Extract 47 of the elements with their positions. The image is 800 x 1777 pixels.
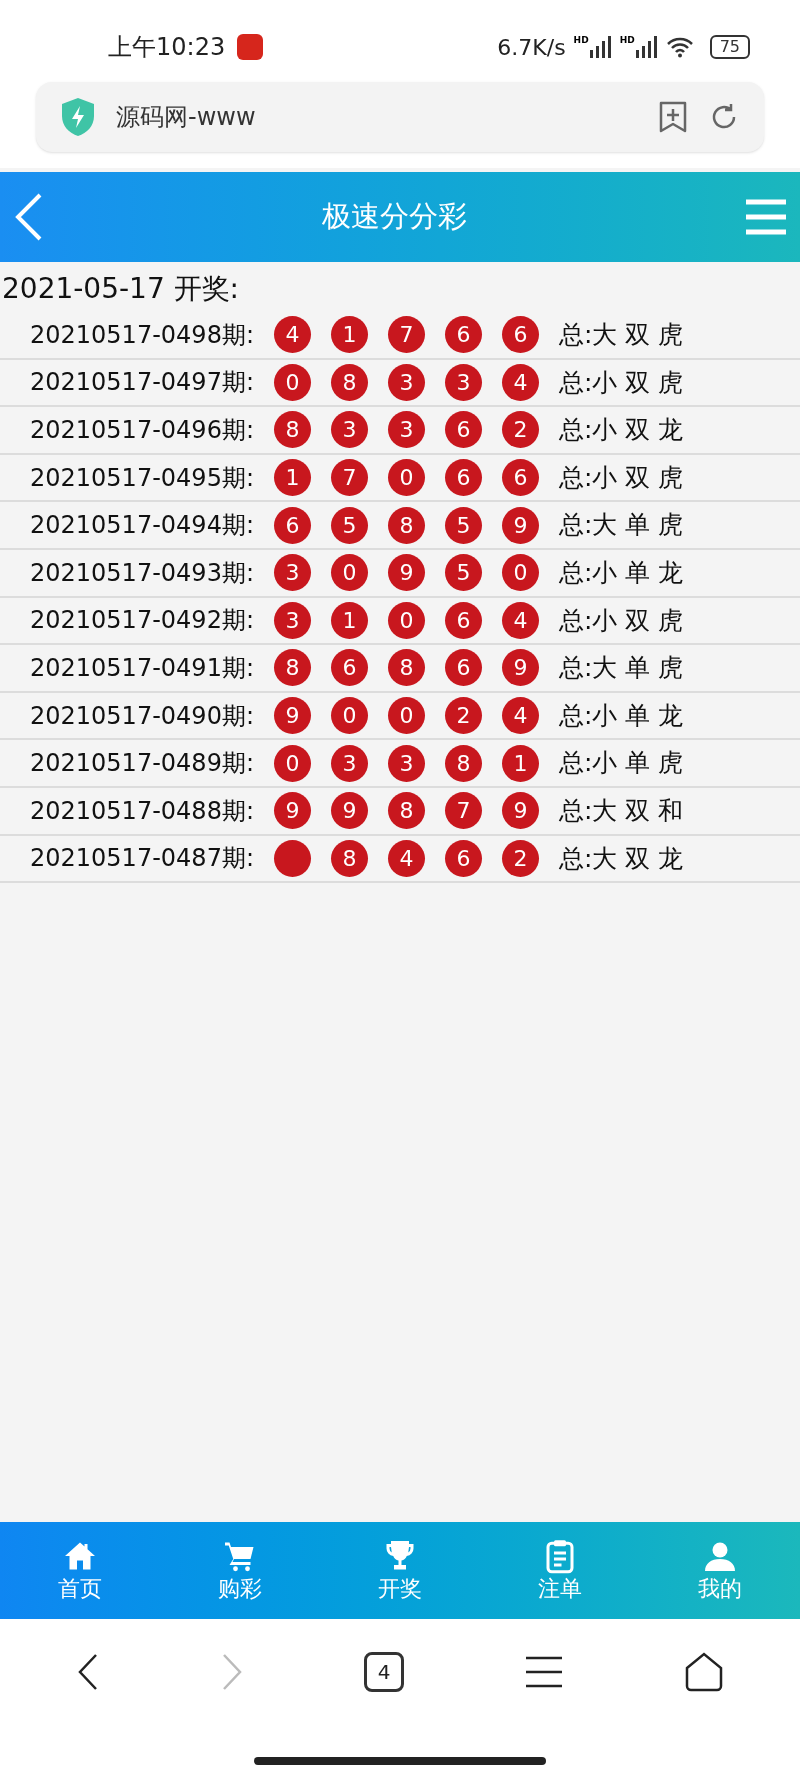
issue-number: 20210517-0487期: bbox=[30, 843, 255, 875]
issue-number: 20210517-0498期: bbox=[30, 319, 255, 351]
issue-number: 20210517-0495期: bbox=[30, 462, 255, 494]
result-summary: 总:小 双 虎 bbox=[559, 604, 684, 637]
hd-label: HD bbox=[573, 36, 589, 45]
nav-tab[interactable]: 首页 bbox=[30, 1537, 130, 1604]
hd-label: HD bbox=[619, 36, 635, 45]
nav-tab[interactable]: 我的 bbox=[670, 1537, 770, 1604]
issue-number: 20210517-0494期: bbox=[30, 510, 255, 542]
app-notification-icon bbox=[237, 34, 264, 60]
result-summary: 总:大 单 虎 bbox=[559, 509, 684, 542]
result-summary: 总:大 双 和 bbox=[559, 795, 684, 827]
issue-number: 20210517-0488期: bbox=[30, 795, 255, 827]
page-title: 极速分分彩 bbox=[321, 198, 467, 236]
issue-number: 20210517-0489期: bbox=[30, 748, 255, 780]
issue-number: 20210517-0493期: bbox=[30, 557, 255, 589]
nav-tab[interactable]: 购彩 bbox=[190, 1537, 290, 1604]
network-speed: 6.7K/s bbox=[497, 33, 566, 62]
tabs-button[interactable]: 4 bbox=[364, 1652, 404, 1692]
address-bar[interactable]: 源码网-www bbox=[36, 82, 764, 152]
draw-date: 2021-05-17 开奖: bbox=[1, 271, 241, 307]
result-summary: 总:小 单 龙 bbox=[559, 557, 684, 589]
signal-icon bbox=[589, 36, 612, 58]
signal-icon bbox=[635, 36, 658, 58]
result-summary: 总:大 双 虎 bbox=[559, 319, 684, 352]
bookmark-add-icon[interactable] bbox=[658, 100, 688, 134]
result-summary: 总:大 单 虎 bbox=[559, 652, 684, 685]
wifi-icon bbox=[665, 36, 694, 58]
issue-number: 20210517-0490期: bbox=[30, 700, 255, 732]
issue-number: 20210517-0497期: bbox=[30, 367, 255, 399]
nav-tab[interactable]: 注单 bbox=[510, 1537, 610, 1604]
battery-indicator: 75 bbox=[709, 35, 750, 59]
url-text: 源码网-www bbox=[116, 102, 257, 133]
status-time: 上午10:23 bbox=[108, 32, 226, 63]
result-summary: 总:大 双 龙 bbox=[559, 842, 684, 875]
result-summary: 总:小 双 龙 bbox=[559, 414, 684, 447]
issue-number: 20210517-0491期: bbox=[30, 652, 255, 684]
result-summary: 总:小 单 龙 bbox=[559, 699, 684, 732]
result-summary: 总:小 双 虎 bbox=[559, 366, 684, 399]
home-icon[interactable] bbox=[684, 1652, 724, 1692]
issue-number: 20210517-0496期: bbox=[30, 415, 255, 446]
issue-number: 20210517-0492期: bbox=[30, 605, 255, 637]
result-summary: 总:小 双 虎 bbox=[559, 461, 684, 494]
shield-icon bbox=[60, 97, 96, 137]
menu-icon[interactable] bbox=[524, 1655, 564, 1689]
nav-tab[interactable]: 开奖 bbox=[350, 1537, 450, 1604]
result-summary: 总:小 单 虎 bbox=[559, 747, 684, 780]
